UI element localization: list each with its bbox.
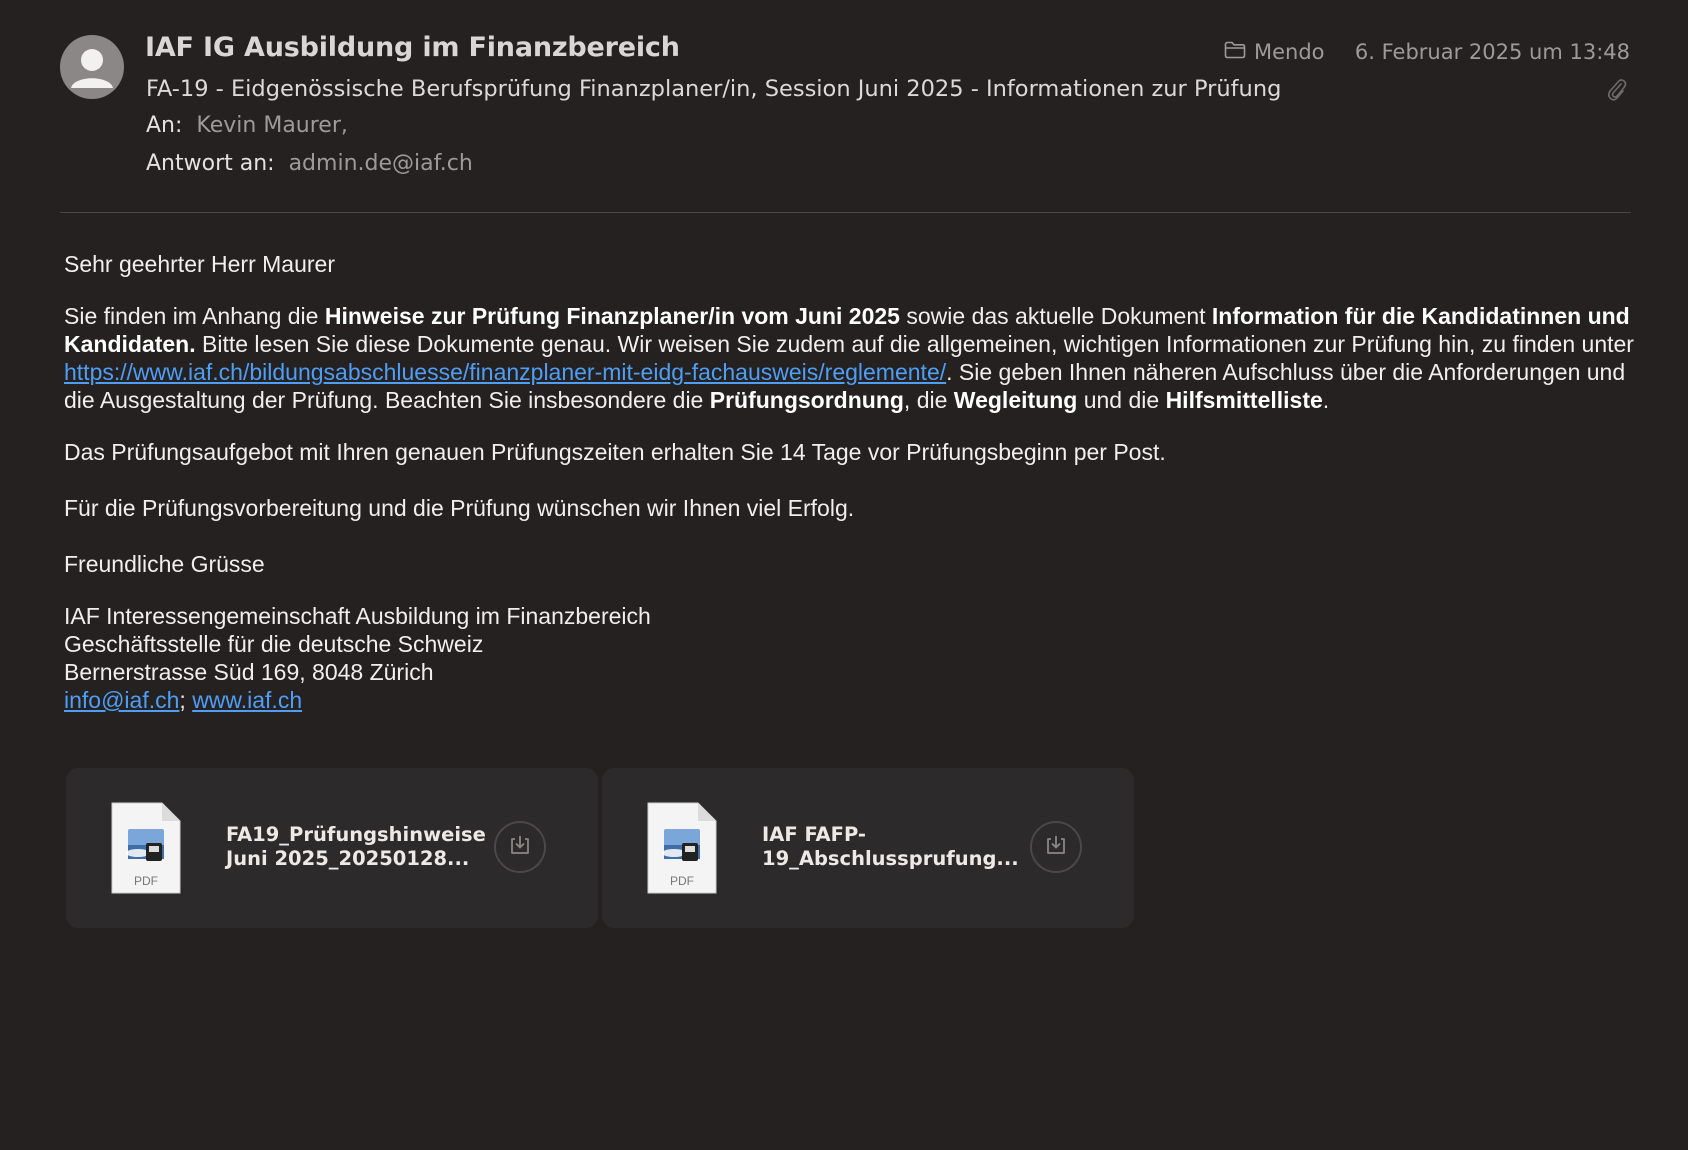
download-icon [1044,833,1068,862]
attachment-card[interactable]: PDF IAF FAFP- 19_Abschlussprufung... [602,768,1134,928]
sender-name[interactable]: IAF IG Ausbildung im Finanzbereich [145,32,680,63]
signature-separator: ; [179,687,193,713]
file-type-label: PDF [134,874,158,888]
filename-line-2: Juni 2025_20250128... [226,847,470,870]
bold-pruefungsordnung: Prüfungsordnung [709,387,904,413]
text-span: Sie finden im Anhang die [64,303,325,329]
mailbox-folder[interactable]: Mendo [1224,40,1325,64]
email-body: Sehr geehrter Herr Maurer Sie finden im … [64,250,1644,714]
sender-avatar-icon[interactable] [60,35,124,99]
header-divider [60,212,1631,213]
signature-line-3: Bernerstrasse Süd 169, 8048 Zürich [64,659,434,685]
text-span: . [1322,387,1330,413]
attachments-area: PDF FA19_Prüfungshinweise Juni 2025_2025… [66,768,1134,928]
folder-name: Mendo [1254,40,1325,64]
reglemente-link[interactable]: https://www.iaf.ch/bildungsabschluesse/f… [64,359,946,385]
file-type-label: PDF [670,874,694,888]
greeting: Sehr geehrter Herr Maurer [64,251,335,277]
signature-line-2: Geschäftsstelle für die deutsche Schweiz [64,631,484,657]
bold-hilfsmittelliste: Hilfsmittelliste [1165,387,1323,413]
folder-icon [1224,40,1246,64]
text-span: sowie das aktuelle Dokument [899,303,1212,329]
filename-line-1: FA19_Prüfungshinweise [226,823,486,846]
text-span: Bitte lesen Sie diese Dokumente genau. W… [195,331,1634,357]
text-span: und die [1077,387,1166,413]
attachment-card[interactable]: PDF FA19_Prüfungshinweise Juni 2025_2025… [66,768,598,928]
body-paragraph-2: Das Prüfungsaufgebot mit Ihren genauen P… [64,439,1166,465]
recipient-row: An: Kevin Maurer, [146,113,348,138]
to-value[interactable]: Kevin Maurer, [196,113,347,138]
reply-to-value[interactable]: admin.de@iaf.ch [289,151,473,176]
pdf-file-icon: PDF [646,801,718,900]
email-subject: FA-19 - Eidgenössische Berufsprüfung Fin… [146,76,1282,102]
signature-web-link[interactable]: www.iaf.ch [192,687,302,713]
download-icon [508,833,532,862]
bold-hinweise: Hinweise zur Prüfung Finanzplaner/in vom… [324,303,900,329]
closing: Freundliche Grüsse [64,551,265,577]
reply-to-row: Antwort an: admin.de@iaf.ch [146,151,473,176]
attachment-filename: FA19_Prüfungshinweise Juni 2025_20250128… [226,823,486,871]
attachment-filename: IAF FAFP- 19_Abschlussprufung... [762,823,1019,871]
bold-wegleitung: Wegleitung [953,387,1078,413]
email-date: 6. Februar 2025 um 13:48 [1354,40,1630,64]
attachment-paperclip-icon [1606,76,1628,107]
body-paragraph-3: Für die Prüfungsvorbereitung und die Prü… [64,495,855,521]
download-button[interactable] [494,821,546,873]
body-paragraph-1: Sie finden im Anhang die Hinweise zur Pr… [64,302,1644,414]
signature: IAF Interessengemeinschaft Ausbildung im… [64,602,1644,714]
text-span: , die [903,387,954,413]
filename-line-2: 19_Abschlussprufung... [762,847,1019,870]
mail-message-view: IAF IG Ausbildung im Finanzbereich FA-19… [0,0,1688,1150]
signature-line-1: IAF Interessengemeinschaft Ausbildung im… [64,603,651,629]
to-label: An: [146,113,183,138]
download-button[interactable] [1030,821,1082,873]
signature-email-link[interactable]: info@iaf.ch [64,687,179,713]
reply-to-label: Antwort an: [146,151,275,176]
pdf-file-icon: PDF [110,801,182,900]
filename-line-1: IAF FAFP- [762,823,866,846]
